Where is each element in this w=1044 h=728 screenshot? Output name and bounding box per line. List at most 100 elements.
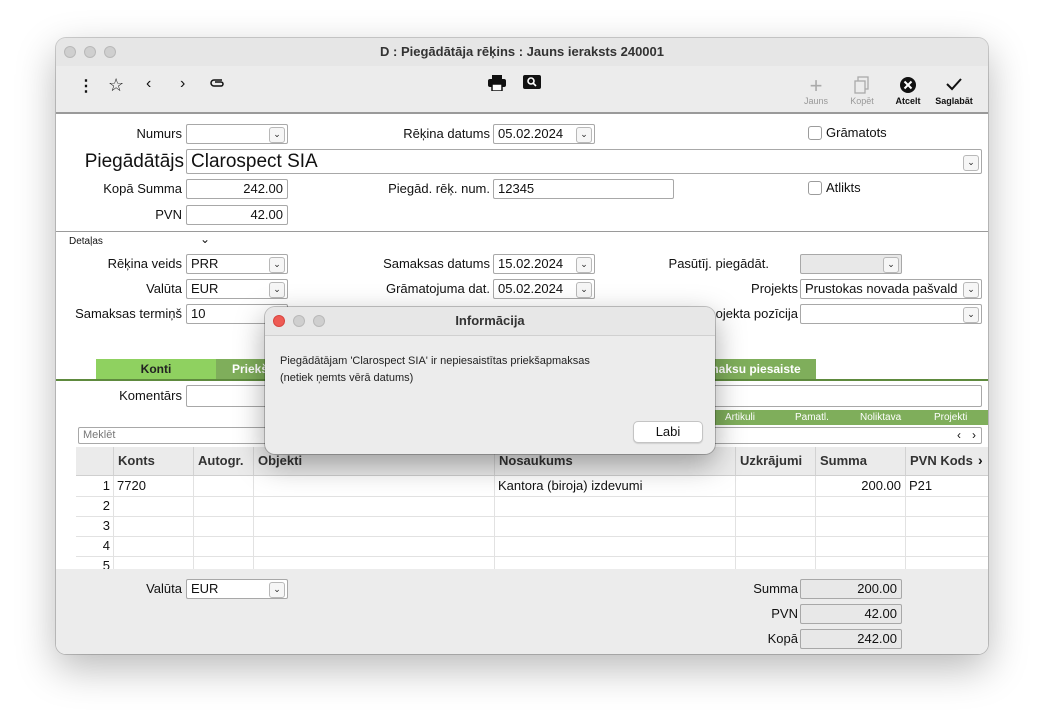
gramatojuma-field[interactable]: 05.02.2024 ⌄: [493, 279, 595, 299]
column-header-summa[interactable]: Summa: [815, 447, 905, 475]
table-row[interactable]: 4: [76, 536, 988, 557]
pvn-field[interactable]: 42.00: [186, 205, 288, 225]
chevron-right-icon[interactable]: ›: [978, 452, 983, 468]
chevron-left-icon[interactable]: ‹: [957, 428, 961, 443]
chevron-down-icon: ⌄: [269, 257, 285, 273]
pieg-rek-num-field[interactable]: 12345: [493, 179, 674, 199]
dialog-message-line1: Piegādātājam 'Clarospect SIA' ir nepiesa…: [280, 355, 590, 367]
footer-valuta-label: Valūta: [146, 581, 182, 596]
cell-konts[interactable]: 7720: [113, 476, 193, 496]
footer-kopa-field: 242.00: [800, 629, 902, 649]
rekina-datums-label: Rēķina datums: [403, 126, 490, 141]
section-divider: [56, 231, 988, 232]
footer-kopa-label: Kopā: [767, 631, 798, 646]
copy-button-label: Kopēt: [850, 96, 874, 106]
projekts-value: Prustokas novada pašvald: [805, 281, 958, 296]
samaksas-datums-label: Samaksas datums: [383, 256, 490, 271]
atlikts-checkbox[interactable]: [808, 181, 822, 195]
preview-icon[interactable]: [523, 75, 541, 94]
gramatojuma-value: 05.02.2024: [498, 281, 564, 296]
cell-autogr[interactable]: [193, 476, 253, 496]
more-icon[interactable]: ⋮: [78, 76, 94, 96]
chevron-down-icon: ⌄: [963, 155, 979, 171]
piegadatajs-label: Piegādātājs: [84, 151, 184, 172]
cancel-button[interactable]: Atcelt: [888, 76, 928, 106]
new-button[interactable]: + Jauns: [796, 75, 836, 107]
ok-button[interactable]: Labi: [633, 421, 703, 443]
window-title: D : Piegādātāja rēķins : Jauns ieraksts …: [380, 44, 664, 59]
subtab-bar: Artikuli Pamatl. Noliktava Projekti: [701, 410, 988, 425]
numurs-label: Numurs: [136, 126, 182, 141]
column-header-autogr[interactable]: Autogr.: [193, 447, 253, 475]
chevron-right-icon[interactable]: ›: [972, 428, 976, 443]
column-header-pvn-kods[interactable]: PVN Kods: [905, 447, 988, 475]
subtab-artikuli[interactable]: Artikuli: [725, 410, 755, 425]
dialog-title-bar: Informācija: [265, 307, 715, 336]
chevron-down-icon[interactable]: ⌄: [200, 232, 210, 246]
column-header-uzkrajumi[interactable]: Uzkrājumi: [735, 447, 815, 475]
valuta-label: Valūta: [146, 281, 182, 296]
close-circle-icon: [888, 76, 928, 96]
projekta-pozicija-select[interactable]: ⌄: [800, 304, 982, 324]
chevron-down-icon: ⌄: [576, 127, 592, 143]
row-number: 3: [102, 518, 110, 533]
copy-button[interactable]: Kopēt: [842, 76, 882, 106]
table-row[interactable]: 5: [76, 556, 988, 569]
accounts-grid: Konts Autogr. Objekti Nosaukums Uzkrājum…: [76, 447, 988, 569]
numurs-select[interactable]: ⌄: [186, 124, 288, 144]
rekina-veids-select[interactable]: PRR ⌄: [186, 254, 288, 274]
kopa-summa-field[interactable]: 242.00: [186, 179, 288, 199]
rekina-datums-field[interactable]: 05.02.2024 ⌄: [493, 124, 595, 144]
gramatots-checkbox[interactable]: [808, 126, 822, 140]
paperclip-icon[interactable]: [208, 76, 226, 95]
chevron-down-icon: ⌄: [963, 282, 979, 298]
save-button[interactable]: Saglabāt: [934, 76, 974, 106]
samaksas-datums-field[interactable]: 15.02.2024 ⌄: [493, 254, 595, 274]
cell-objekti[interactable]: [253, 476, 494, 496]
samaksas-datums-value: 15.02.2024: [498, 256, 564, 271]
pieg-rek-num-label: Piegād. rēķ. num.: [388, 181, 490, 196]
cell-summa[interactable]: 200.00: [815, 476, 905, 496]
chevron-down-icon: ⌄: [963, 307, 979, 323]
valuta-value: EUR: [191, 281, 219, 296]
tab-konti[interactable]: Konti: [96, 359, 216, 379]
row-number: 5: [102, 558, 110, 569]
footer-summa-label: Summa: [753, 581, 798, 596]
footer-pvn-field: 42.00: [800, 604, 902, 624]
print-icon[interactable]: [488, 75, 506, 96]
chevron-right-icon[interactable]: ›: [180, 75, 185, 93]
table-row[interactable]: 3: [76, 516, 988, 537]
pasutij-select[interactable]: ⌄: [800, 254, 902, 274]
gramatojuma-label: Grāmatojuma dat.: [385, 281, 490, 296]
valuta-select[interactable]: EUR ⌄: [186, 279, 288, 299]
toolbar: ⋮ ☆ ‹ › + Jauns Kopēt Atcelt Saglabāt: [56, 66, 988, 114]
cell-pvn-kods[interactable]: P21: [905, 476, 988, 496]
row-number: 4: [102, 538, 110, 553]
cell-uzkrajumi[interactable]: [735, 476, 815, 496]
piegadatajs-value: Clarospect SIA: [191, 151, 318, 172]
dialog-message-line2: (netiek ņemts vērā datums): [280, 372, 414, 384]
table-row[interactable]: 1 7720 Kantora (biroja) izdevumi 200.00 …: [76, 476, 988, 497]
chevron-left-icon[interactable]: ‹: [146, 75, 151, 93]
new-button-label: Jauns: [803, 96, 829, 106]
chevron-down-icon: ⌄: [576, 257, 592, 273]
subtab-noliktava[interactable]: Noliktava: [860, 410, 901, 425]
subtab-pamatl[interactable]: Pamatl.: [795, 410, 829, 425]
projekts-select[interactable]: Prustokas novada pašvald ⌄: [800, 279, 982, 299]
column-header-konts[interactable]: Konts: [113, 447, 193, 475]
gramatots-label: Grāmatots: [826, 125, 887, 140]
rekina-veids-value: PRR: [191, 256, 219, 271]
table-row[interactable]: 2: [76, 496, 988, 517]
dialog-title: Informācija: [455, 313, 525, 328]
checkmark-icon: [934, 76, 974, 96]
footer-pvn-label: PVN: [771, 606, 798, 621]
title-bar: D : Piegādātāja rēķins : Jauns ieraksts …: [56, 38, 988, 67]
piegadatajs-select[interactable]: Clarospect SIA ⌄: [186, 149, 982, 174]
chevron-down-icon: ⌄: [576, 282, 592, 298]
subtab-projekti[interactable]: Projekti: [934, 410, 967, 425]
footer-valuta-select[interactable]: EUR ⌄: [186, 579, 288, 599]
kopa-summa-label: Kopā Summa: [103, 181, 182, 196]
copy-icon: [842, 76, 882, 96]
star-icon[interactable]: ☆: [108, 75, 124, 96]
cell-nosaukums[interactable]: Kantora (biroja) izdevumi: [494, 476, 735, 496]
